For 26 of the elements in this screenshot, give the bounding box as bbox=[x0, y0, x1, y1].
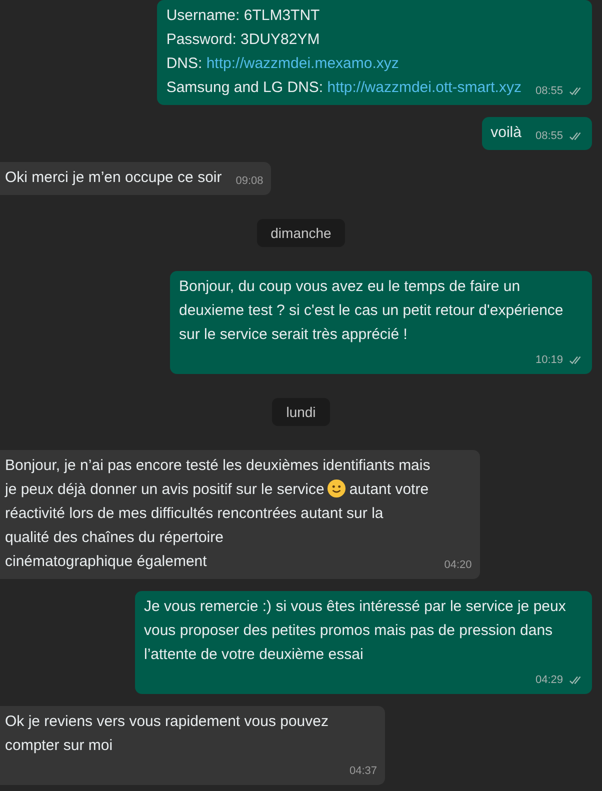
date-chip: dimanche bbox=[256, 219, 346, 247]
message-text: Bonjour, je n’ai pas encore testé les deuxièmes identifiants mais bbox=[5, 457, 430, 474]
date-chip: lundi bbox=[272, 398, 330, 426]
message-time: 08:55 bbox=[535, 129, 563, 144]
message-text: Samsung and LG DNS: bbox=[166, 79, 324, 96]
message-text: Password: 3DUY82YM bbox=[166, 31, 320, 48]
message-time: 04:29 bbox=[535, 673, 563, 688]
message-text: Oki merci je m’en occupe ce soir bbox=[5, 169, 222, 186]
message-text: Bonjour, du coup vous avez eu le temps de faire un deuxieme test ? si c'est le cas un petit retour d'expérience sur le service serait très apprécié ! bbox=[179, 278, 564, 343]
message-text: cinématographique également bbox=[5, 553, 207, 570]
dns-link[interactable]: http://wazzmdei.mexamo.xyz bbox=[206, 55, 399, 72]
message-time: 10:19 bbox=[535, 353, 563, 368]
message-text: autant votre bbox=[349, 481, 429, 498]
message-text: qualité des chaînes du répertoire bbox=[5, 529, 224, 546]
dns-link[interactable]: http://wazzmdei.ott-smart.xyz bbox=[327, 79, 522, 96]
message-text: Username: 6TLM3TNT bbox=[166, 7, 320, 24]
message-time: 08:55 bbox=[535, 84, 563, 99]
message-text: réactivité lors de mes difficultés rencontrées autant sur la bbox=[5, 505, 384, 522]
message-text: DNS: bbox=[166, 55, 204, 72]
message-text: Ok je reviens vers vous rapidement vous pouvez compter sur moi bbox=[5, 713, 330, 754]
message-time: 04:37 bbox=[349, 764, 377, 779]
message-text: Je vous remercie :) si vous êtes intéressé par le service je peux vous proposer des petites promos mais pas de pression dans l’attente de votre deuxième essai bbox=[144, 598, 567, 663]
message-text: voilà bbox=[490, 124, 522, 141]
message-time: 09:08 bbox=[236, 174, 264, 189]
message-text: je peux déjà donner un avis positif sur le service bbox=[5, 481, 324, 498]
message-time: 04:20 bbox=[444, 558, 472, 573]
